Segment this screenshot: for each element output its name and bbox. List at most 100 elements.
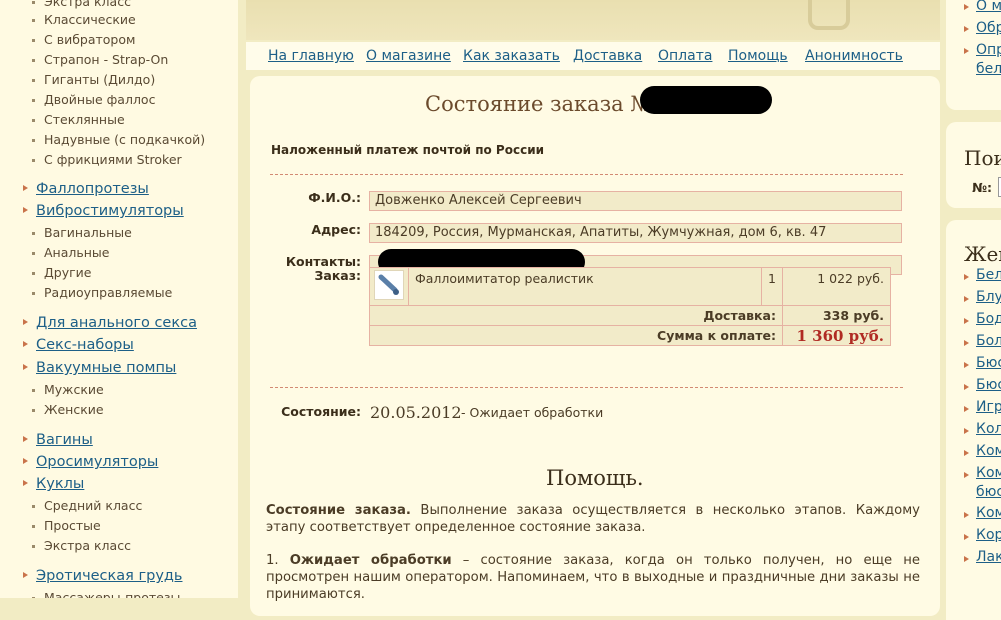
right-category-box: Жен Бел Блу Бод Бол Бюс Бюс Игр Кол Ком … <box>946 220 1001 620</box>
bullet-icon <box>23 480 28 486</box>
sidebar-sub-item[interactable]: Надувные (с подкачкой) <box>31 132 205 147</box>
bullet-icon <box>964 318 969 324</box>
order-label: Заказ: <box>314 268 362 283</box>
right-link[interactable]: бел <box>976 61 1001 77</box>
table-row: Фаллоимитатор реалистик 1 1 022 руб. <box>369 267 892 306</box>
sidebar-item-vacuum-pumps[interactable]: Вакуумные помпы <box>36 360 176 376</box>
right-link[interactable]: Бод <box>976 311 1001 327</box>
bullet-icon <box>23 341 28 347</box>
banner-decoration-icon <box>808 0 850 30</box>
item-thumbnail[interactable] <box>369 267 409 306</box>
status-date: 20.05.2012 <box>370 403 462 422</box>
right-link[interactable]: Ком <box>976 443 1001 459</box>
search-number-label: №: <box>972 180 993 195</box>
category-heading: Жен <box>964 242 1001 266</box>
bullet-icon <box>23 458 28 464</box>
sidebar-sub-item[interactable]: Простые <box>32 518 101 533</box>
sidebar-sub-item[interactable]: Страпон - Strap-On <box>31 52 168 67</box>
right-info-box: О м Обр Опр бел <box>946 0 1001 110</box>
table-row: Доставка: 338 руб. <box>369 305 892 326</box>
sidebar-sub-item[interactable]: Экстра класс <box>32 538 131 553</box>
sidebar-sub-item[interactable]: Экстра класс <box>32 0 131 9</box>
sidebar-sub-item[interactable]: Анальные <box>31 245 109 260</box>
sidebar-item-sex-sets[interactable]: Секс-наборы <box>36 337 134 353</box>
bullet-icon <box>964 406 969 412</box>
header-banner <box>246 0 940 40</box>
sidebar-item-phalloprostheses[interactable]: Фаллопротезы <box>36 181 149 197</box>
sidebar-sub-item[interactable]: Радиоуправляемые <box>31 285 172 300</box>
help-term: Ожидает обработки <box>289 553 452 568</box>
contacts-label: Контакты: <box>285 254 361 269</box>
help-paragraph: Состояние заказа. Выполнение заказа осущ… <box>266 502 920 536</box>
bullet-icon <box>964 362 969 368</box>
help-title: Помощь. <box>546 466 644 490</box>
sidebar-sub-item[interactable]: Другие <box>31 265 91 280</box>
total-label: Сумма к оплате: <box>369 325 783 346</box>
bullet-icon <box>23 436 28 442</box>
nav-home[interactable]: На главную <box>268 48 354 64</box>
item-qty: 1 <box>761 267 783 306</box>
right-link[interactable]: Кол <box>976 421 1001 437</box>
sidebar-sub-item[interactable]: Вагинальные <box>32 225 132 240</box>
sidebar-sub-item[interactable]: Массажеры-протезы <box>31 590 180 598</box>
fio-field: Довженко Алексей Сергеевич <box>369 191 902 211</box>
search-heading: Пои <box>964 146 1001 170</box>
divider <box>270 174 903 175</box>
bullet-icon <box>964 48 969 54</box>
sidebar-sub-item[interactable]: С вибратором <box>31 32 135 47</box>
right-link[interactable]: Бол <box>976 333 1001 349</box>
nav-help[interactable]: Помощь <box>728 48 788 64</box>
sidebar-sub-item[interactable]: Стеклянные <box>32 112 125 127</box>
right-link[interactable]: Бюс <box>976 377 1001 393</box>
right-link[interactable]: О м <box>976 0 1001 14</box>
nav-about[interactable]: О магазине <box>366 48 451 64</box>
payment-method: Наложенный платеж почтой по России <box>271 143 545 157</box>
right-link[interactable]: Бел <box>976 267 1001 283</box>
bullet-icon <box>964 428 969 434</box>
sidebar-sub-item[interactable]: Двойные фаллос <box>31 92 155 107</box>
sidebar-sub-item[interactable]: Мужские <box>32 382 104 397</box>
left-sidebar: Экстра класс Классические С вибратором С… <box>0 0 238 598</box>
nav-payment[interactable]: Оплата <box>658 48 712 64</box>
right-link[interactable]: Бюс <box>976 355 1001 371</box>
sidebar-sub-item[interactable]: Гиганты (Дилдо) <box>31 72 155 87</box>
bullet-icon <box>964 296 969 302</box>
help-number: 1. <box>266 553 290 568</box>
table-row: Сумма к оплате: 1 360 руб. <box>369 325 892 346</box>
status-label: Состояние: <box>281 404 361 419</box>
sidebar-item-dolls[interactable]: Куклы <box>36 476 84 492</box>
right-link[interactable]: Ком <box>976 465 1001 481</box>
bullet-icon <box>23 207 28 213</box>
right-link[interactable]: Лак <box>976 549 1001 565</box>
order-table: Фаллоимитатор реалистик 1 1 022 руб. Дос… <box>369 267 892 346</box>
nav-delivery[interactable]: Доставка <box>573 48 642 64</box>
sidebar-sub-item[interactable]: Средний класс <box>31 498 142 513</box>
right-link[interactable]: Кор <box>976 527 1001 543</box>
redaction-mark <box>640 86 772 114</box>
help-term: Состояние заказа. <box>266 503 411 518</box>
sidebar-item-vaginas[interactable]: Вагины <box>36 432 93 448</box>
right-search-box: Пои №: <box>946 122 1001 208</box>
right-link[interactable]: бюс <box>976 484 1001 500</box>
sidebar-sub-item[interactable]: С фрикциями Stroker <box>32 152 182 167</box>
sidebar-sub-item[interactable]: Классические <box>32 12 136 27</box>
right-link[interactable]: Блу <box>976 289 1001 305</box>
nav-how-to-order[interactable]: Как заказать <box>463 48 560 64</box>
right-link[interactable]: Обр <box>976 20 1001 36</box>
right-link[interactable]: Опр <box>976 42 1001 58</box>
help-paragraph: 1. Ожидает обработки – состояние заказа,… <box>266 552 920 603</box>
sidebar-sub-item[interactable]: Женские <box>32 402 104 417</box>
bullet-icon <box>23 572 28 578</box>
product-image[interactable] <box>374 270 404 300</box>
bullet-icon <box>964 450 969 456</box>
bullet-icon <box>964 384 969 390</box>
sidebar-item-orosimulators[interactable]: Оросимуляторы <box>36 454 158 470</box>
right-link[interactable]: Ком <box>976 505 1001 521</box>
sidebar-item-erotic-breast[interactable]: Эротическая грудь <box>36 568 182 584</box>
sidebar-item-anal[interactable]: Для анального секса <box>36 315 197 331</box>
nav-anonymity[interactable]: Анонимность <box>805 48 903 64</box>
sidebar-item-vibrostimulators[interactable]: Вибростимуляторы <box>36 203 184 219</box>
order-status-panel: Состояние заказа № Наложенный платеж поч… <box>250 76 940 616</box>
right-link[interactable]: Игр <box>976 399 1001 415</box>
bullet-icon <box>964 556 969 562</box>
